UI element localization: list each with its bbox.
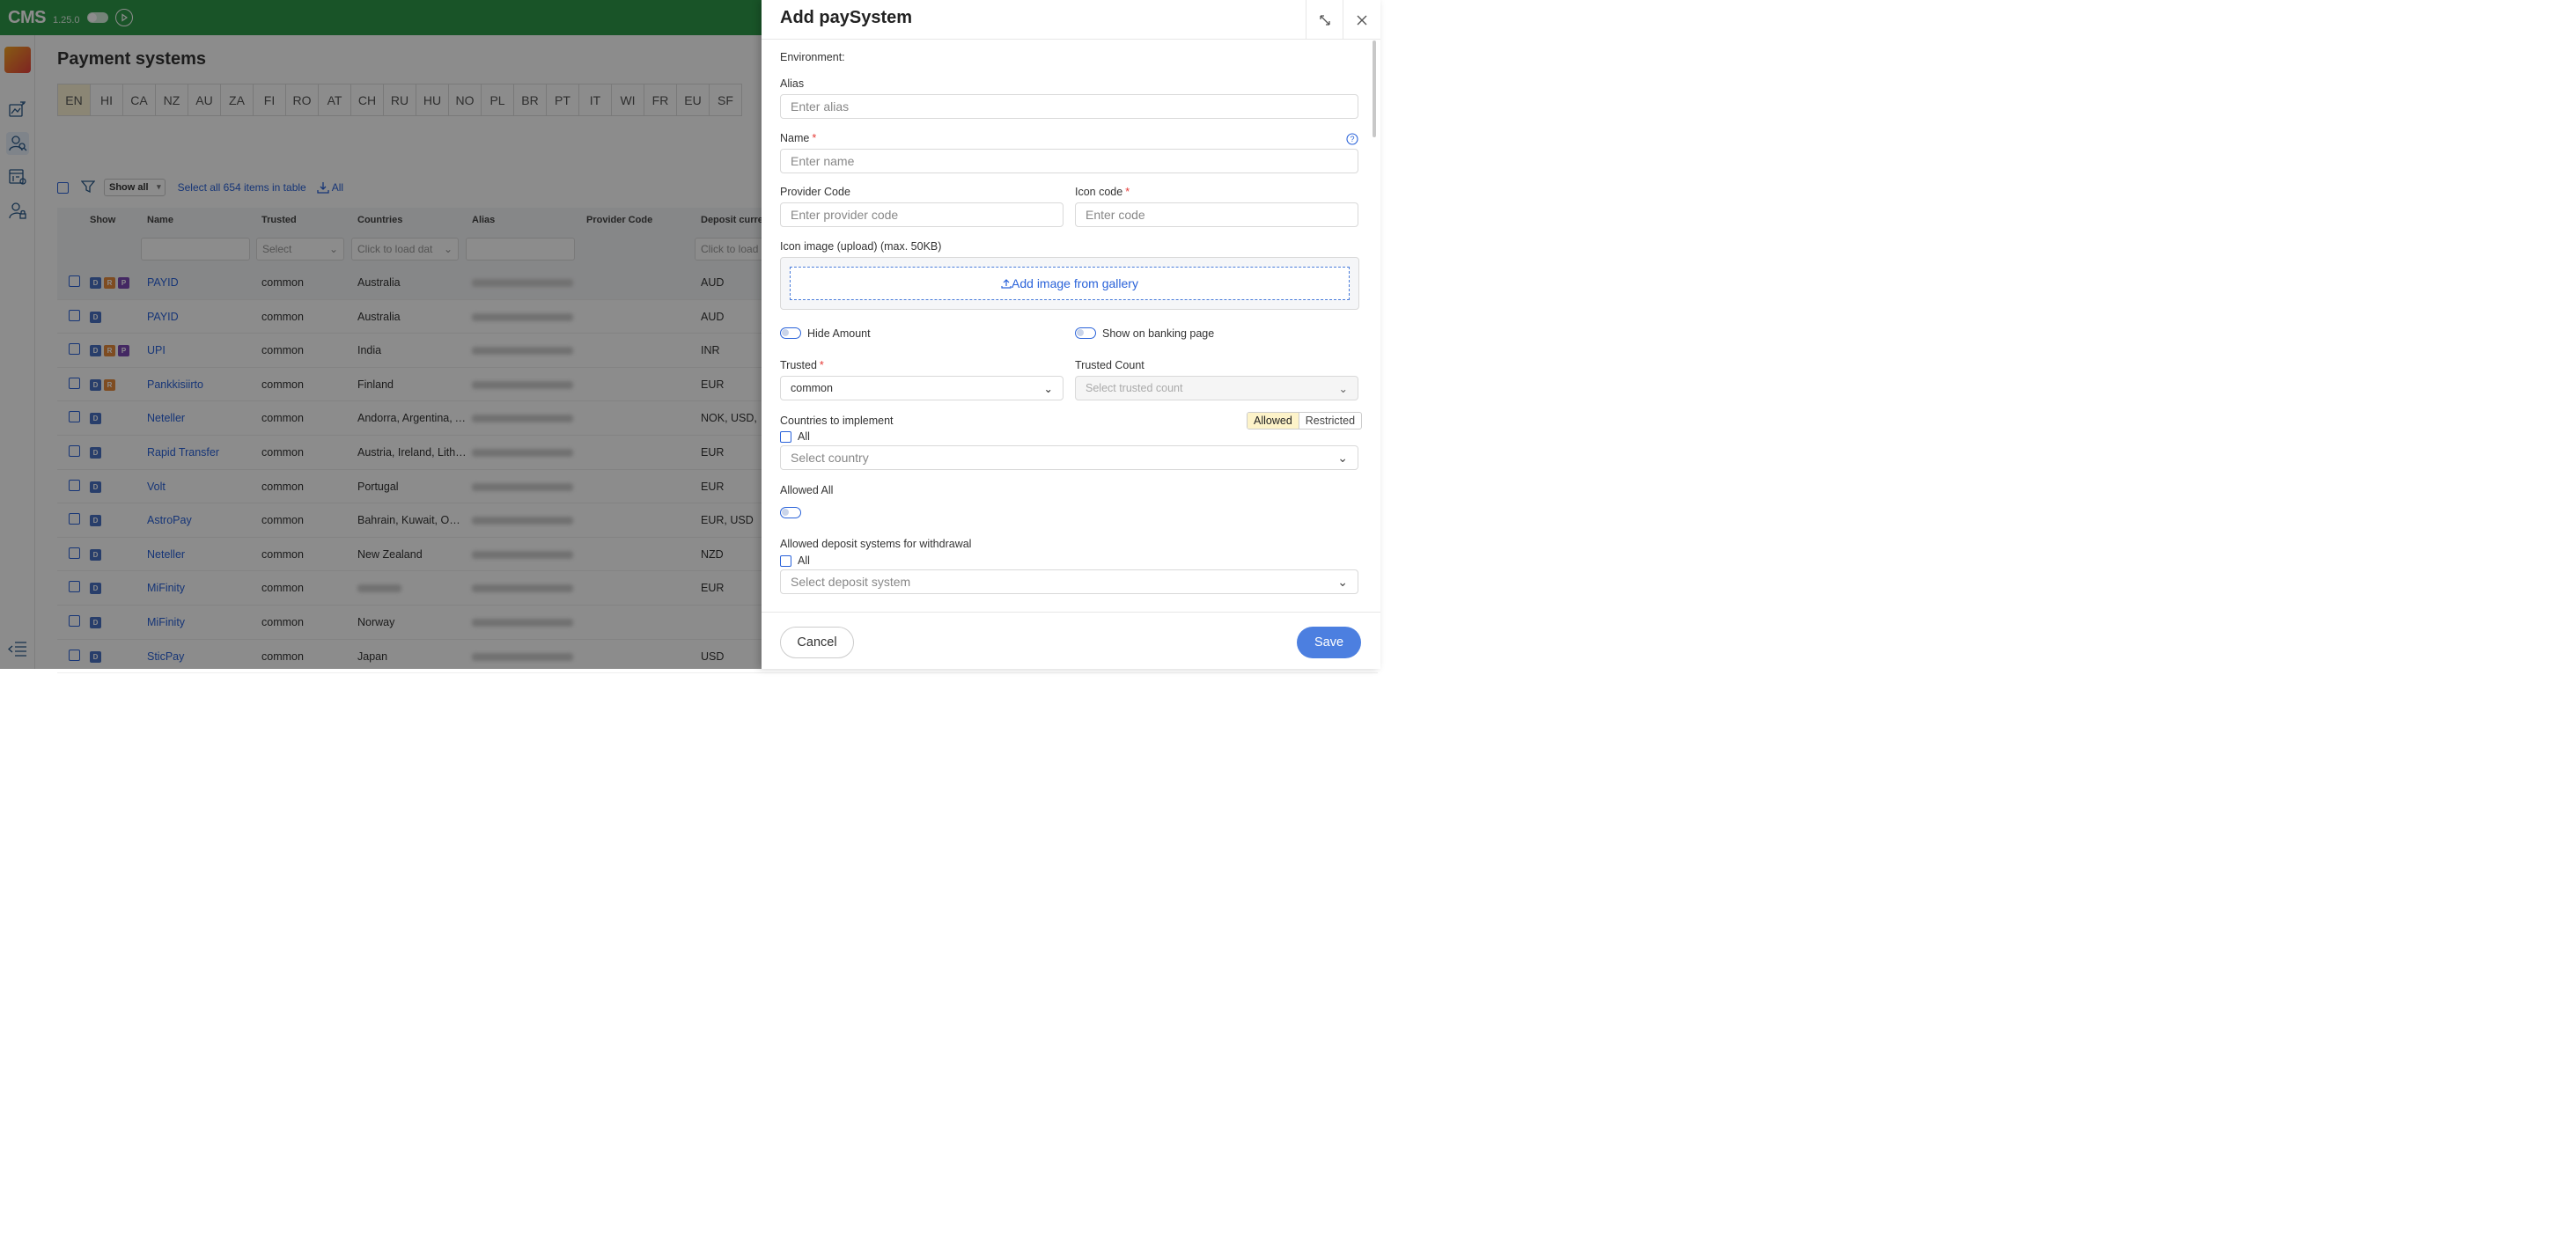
cancel-button[interactable]: Cancel <box>780 627 854 658</box>
drawer-footer: Cancel Save <box>762 612 1380 669</box>
trusted-label: Trusted * <box>780 359 824 371</box>
show-on-banking-toggle[interactable] <box>1075 327 1096 339</box>
environment-label: Environment: <box>780 51 845 63</box>
modal-backdrop[interactable] <box>0 0 762 669</box>
drawer-title: Add paySystem <box>780 8 913 27</box>
countries-mode-toggle: Allowed Restricted <box>1247 412 1363 429</box>
trusted-count-select[interactable]: Select trusted count ⌄ <box>1075 376 1358 400</box>
deposit-system-select[interactable]: Select deposit system ⌄ <box>780 569 1358 594</box>
hide-amount-label: Hide Amount <box>807 327 871 340</box>
save-button[interactable]: Save <box>1297 627 1361 658</box>
icon-upload-area: Add image from gallery <box>780 257 1359 310</box>
name-input[interactable]: Enter name <box>780 149 1358 173</box>
chevron-down-icon: ⌄ <box>1337 450 1348 465</box>
deposit-systems-label: Allowed deposit systems for withdrawal <box>780 538 972 550</box>
name-label: Name * <box>780 132 817 144</box>
allowed-all-label: Allowed All <box>780 484 834 496</box>
drawer-scrollbar[interactable] <box>1373 40 1376 137</box>
trusted-count-label: Trusted Count <box>1075 359 1144 371</box>
hide-amount-toggle[interactable] <box>780 327 801 339</box>
chevron-down-icon: ⌄ <box>1338 382 1348 395</box>
add-paysystem-drawer: Add paySystem Environment: Alias Enter a… <box>762 0 1380 669</box>
deposit-systems-all-label: All <box>798 554 810 567</box>
svg-text:?: ? <box>1350 135 1354 143</box>
show-on-banking-label: Show on banking page <box>1102 327 1215 340</box>
provider-code-input[interactable]: Enter provider code <box>780 202 1064 227</box>
country-select[interactable]: Select country ⌄ <box>780 445 1358 470</box>
icon-image-label: Icon image (upload) (max. 50KB) <box>780 240 942 253</box>
countries-all-label: All <box>798 430 810 443</box>
chevron-down-icon: ⌄ <box>1043 382 1053 395</box>
provider-code-label: Provider Code <box>780 186 850 198</box>
alias-label: Alias <box>780 77 805 90</box>
alias-input[interactable]: Enter alias <box>780 94 1358 119</box>
drawer-header: Add paySystem <box>762 0 1380 40</box>
allowed-all-toggle[interactable] <box>780 507 801 518</box>
help-icon[interactable]: ? <box>1346 133 1358 148</box>
expand-icon[interactable] <box>1306 0 1343 40</box>
icon-code-label: Icon code * <box>1075 186 1130 198</box>
chevron-down-icon: ⌄ <box>1337 574 1348 589</box>
allowed-option[interactable]: Allowed <box>1248 413 1299 429</box>
add-image-from-gallery-button[interactable]: Add image from gallery <box>790 267 1350 300</box>
countries-label: Countries to implement <box>780 415 894 427</box>
trusted-select[interactable]: common ⌄ <box>780 376 1064 400</box>
restricted-option[interactable]: Restricted <box>1299 413 1361 429</box>
upload-icon <box>1001 279 1012 289</box>
countries-all-checkbox[interactable] <box>780 431 791 443</box>
deposit-systems-all-checkbox[interactable] <box>780 555 791 567</box>
icon-code-input[interactable]: Enter code <box>1075 202 1358 227</box>
close-icon[interactable] <box>1343 0 1380 40</box>
